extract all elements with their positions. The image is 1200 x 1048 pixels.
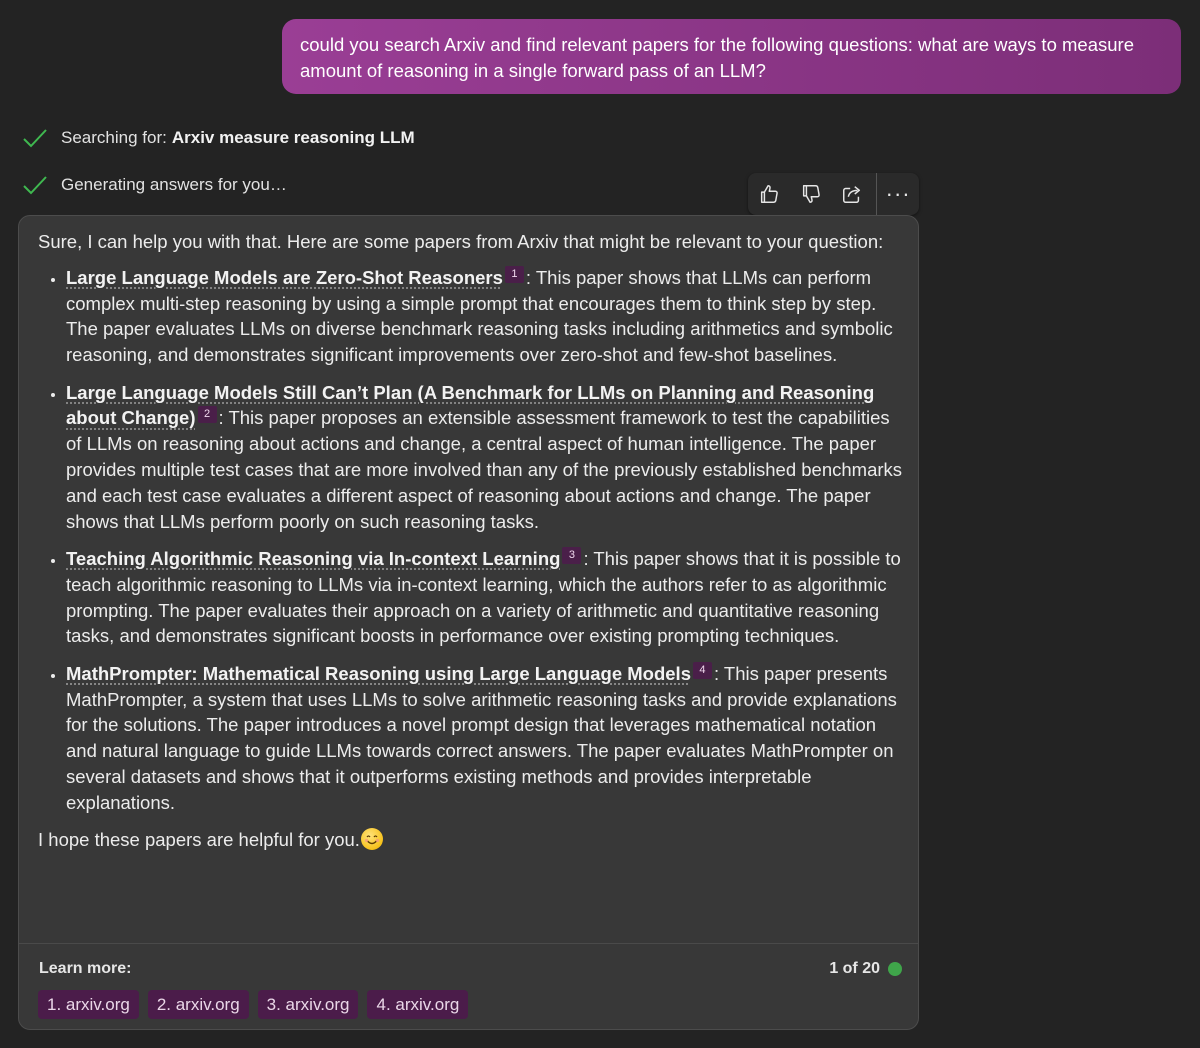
source-link-2[interactable]: 2. arxiv.org: [147, 990, 249, 1019]
list-item: MathPrompter: Mathematical Reasoning usi…: [66, 661, 904, 816]
answer-closing: I hope these papers are helpful for you.: [38, 827, 904, 853]
status-searching: Searching for: Arxiv measure reasoning LL…: [22, 124, 415, 152]
status-dot-icon: [888, 962, 902, 976]
message-toolbar: ···: [748, 173, 919, 215]
list-item: Teaching Algorithmic Reasoning via In-co…: [66, 546, 904, 649]
citation-badge[interactable]: 3: [562, 546, 582, 564]
thumbs-down-icon: [802, 185, 820, 203]
paper-title-link[interactable]: Teaching Algorithmic Reasoning via In-co…: [66, 548, 560, 569]
check-icon: [23, 176, 47, 195]
closing-text: I hope these papers are helpful for you.: [38, 829, 360, 851]
thumbs-up-icon: [760, 185, 778, 203]
user-message-text: could you search Arxiv and find relevant…: [300, 34, 1134, 81]
answer-card: Sure, I can help you with that. Here are…: [18, 215, 919, 1030]
citation-badge[interactable]: 4: [692, 661, 712, 679]
citation-badge[interactable]: 1: [504, 265, 524, 283]
footer-divider: [19, 943, 918, 944]
search-query: Arxiv measure reasoning LLM: [171, 128, 415, 147]
paper-list: Large Language Models are Zero-Shot Reas…: [38, 265, 904, 816]
pager-text: 1 of 20: [829, 960, 880, 977]
answer-intro: Sure, I can help you with that. Here are…: [38, 231, 884, 252]
response-pager: 1 of 20: [829, 960, 902, 978]
user-message-bubble: could you search Arxiv and find relevant…: [282, 19, 1181, 94]
share-icon: [843, 186, 861, 203]
more-options-button[interactable]: ···: [877, 173, 919, 215]
list-item: Large Language Models Still Can’t Plan (…: [66, 380, 904, 535]
generating-text: Generating answers for you…: [61, 175, 287, 194]
smiling-face-emoji-icon: [360, 828, 383, 851]
paper-title-link[interactable]: MathPrompter: Mathematical Reasoning usi…: [66, 663, 691, 684]
dislike-button[interactable]: [790, 173, 832, 215]
status-generating: Generating answers for you…: [22, 171, 287, 199]
source-links: 1. arxiv.org 2. arxiv.org 3. arxiv.org 4…: [38, 990, 469, 1019]
citation-badge[interactable]: 2: [197, 406, 217, 424]
more-icon: ···: [885, 181, 911, 206]
learn-more-label: Learn more:: [39, 960, 132, 977]
paper-description: : This paper presents MathPrompter, a sy…: [66, 662, 897, 813]
list-item: Large Language Models are Zero-Shot Reas…: [66, 265, 904, 368]
source-link-4[interactable]: 4. arxiv.org: [367, 990, 469, 1019]
share-button[interactable]: [832, 173, 874, 215]
search-prefix: Searching for:: [61, 128, 167, 147]
paper-title-link[interactable]: Large Language Models are Zero-Shot Reas…: [66, 267, 503, 288]
source-link-1[interactable]: 1. arxiv.org: [38, 990, 139, 1019]
answer-body: Sure, I can help you with that. Here are…: [38, 229, 904, 853]
like-button[interactable]: [748, 173, 790, 215]
check-icon: [23, 129, 47, 148]
source-link-3[interactable]: 3. arxiv.org: [257, 990, 359, 1019]
